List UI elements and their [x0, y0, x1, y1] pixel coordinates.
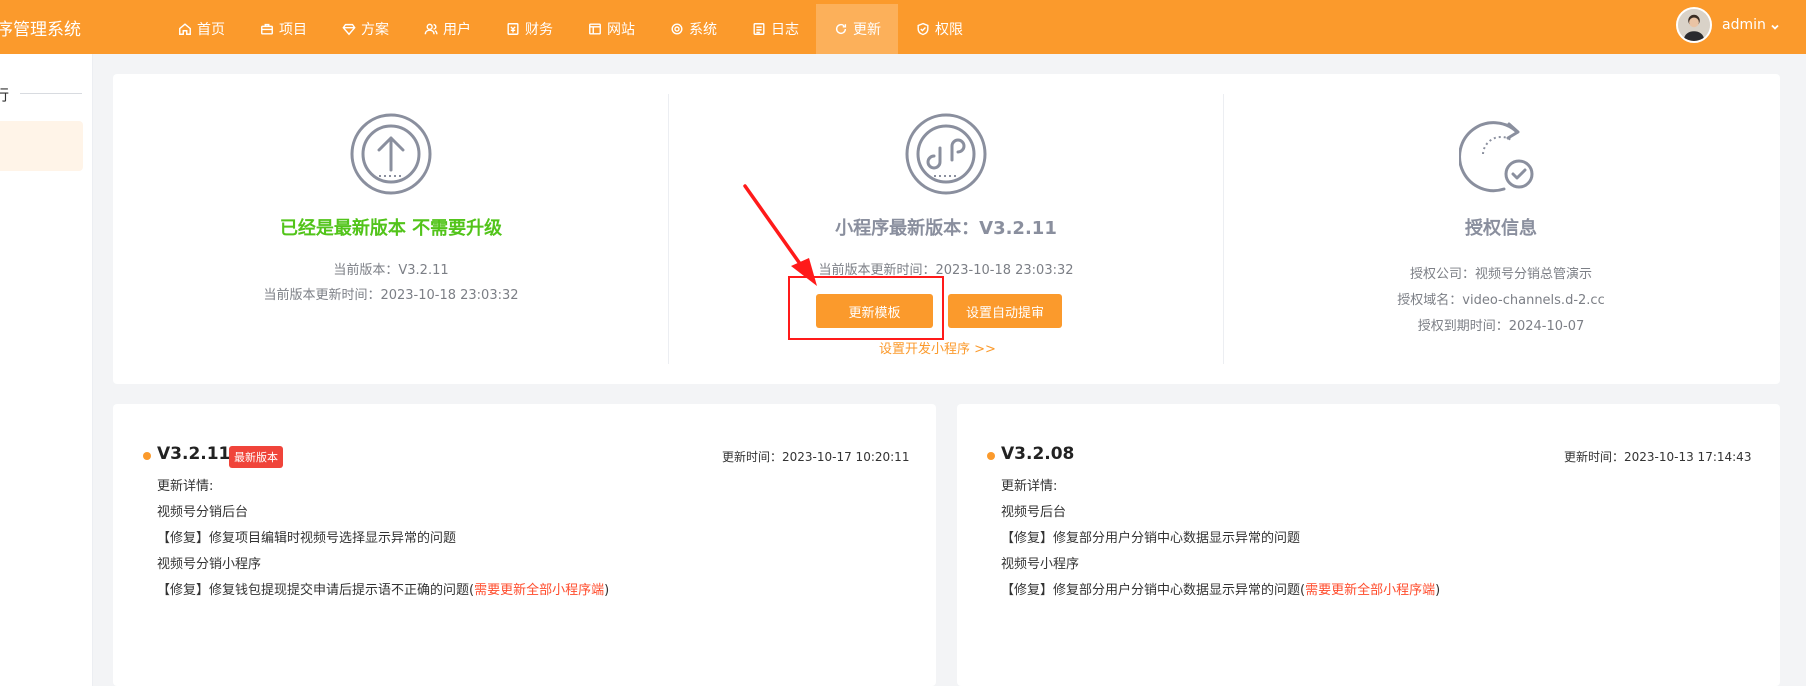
miniprogram-icon — [904, 112, 988, 196]
finance-icon — [506, 22, 520, 36]
release-details: 更新详情: 视频号后台 【修复】修复部分用户分销中心数据显示异常的问题 视频号小… — [1001, 474, 1440, 604]
home-icon — [178, 22, 192, 36]
release-version: V3.2.08 — [1001, 444, 1075, 464]
nav-item-project[interactable]: 项目 — [242, 4, 324, 54]
upgrade-status-title: 已经是最新版本 不需要升级 — [279, 218, 503, 239]
sidebar: 行 — [0, 54, 93, 686]
detail-line: 【修复】修复部分用户分销中心数据显示异常的问题 — [1001, 531, 1301, 546]
auto-review-button[interactable]: 设置自动提审 — [948, 294, 1062, 328]
main-nav: 首页 项目 方案 用户 财务 网站 系统 日志 更新 权限 — [160, 4, 980, 54]
nav-label: 更新 — [853, 22, 881, 38]
sidebar-divider — [20, 93, 82, 94]
column-divider — [668, 94, 669, 364]
nav-item-home[interactable]: 首页 — [160, 4, 242, 54]
nav-label: 用户 — [443, 22, 471, 38]
release-time: 更新时间：2023-10-17 10:20:11 — [722, 450, 910, 464]
nav-label: 方案 — [361, 22, 389, 38]
pointer-arrow — [743, 184, 817, 286]
release-card: V3.2.08 更新时间：2023-10-13 17:14:43 更新详情: 视… — [957, 404, 1780, 686]
shield-icon — [916, 22, 930, 36]
detail-line: 更新详情: — [1001, 479, 1058, 494]
sidebar-item-active[interactable] — [0, 121, 83, 171]
release-card: V3.2.11 最新版本 更新时间：2023-10-17 10:20:11 更新… — [113, 404, 936, 686]
release-details: 更新详情: 视频号分销后台 【修复】修复项目编辑时视频号选择显示异常的问题 视频… — [157, 474, 609, 604]
nav-label: 项目 — [279, 22, 307, 38]
release-version: V3.2.11 — [157, 444, 231, 464]
update-note: 需要更新全部小程序端 — [474, 583, 605, 598]
sidebar-title: 行 — [0, 86, 10, 104]
top-navbar: 序管理系统 首页 项目 方案 用户 财务 网站 系统 日志 更新 权限 admi… — [0, 0, 1806, 54]
nav-label: 网站 — [607, 22, 635, 38]
detail-line: 视频号分销小程序 — [157, 557, 262, 572]
release-dot — [987, 452, 995, 460]
detail-line: 【修复】修复钱包提现提交申请后提示语不正确的问题(需要更新全部小程序端) — [157, 583, 610, 598]
username: admin — [1722, 17, 1766, 33]
license-panel: 授权信息 授权公司：视频号分销总管演示 授权域名：video-channels.… — [1241, 74, 1761, 384]
nav-item-plan[interactable]: 方案 — [324, 4, 406, 54]
update-note: 需要更新全部小程序端 — [1305, 583, 1436, 598]
gear-icon — [670, 22, 684, 36]
license-expire: 授权到期时间：2024-10-07 — [1417, 319, 1585, 334]
nav-item-permission[interactable]: 权限 — [898, 4, 980, 54]
license-title: 授权信息 — [1465, 218, 1537, 239]
column-divider — [1223, 94, 1224, 364]
nav-item-system[interactable]: 系统 — [652, 4, 734, 54]
chevron-down-icon — [1770, 20, 1780, 30]
release-dot — [143, 452, 151, 460]
log-icon — [752, 22, 766, 36]
license-domain: 授权域名：video-channels.d-2.cc — [1397, 293, 1605, 308]
nav-item-website[interactable]: 网站 — [570, 4, 652, 54]
license-refresh-check-icon — [1458, 114, 1543, 198]
current-update-time: 当前版本更新时间：2023-10-18 23:03:32 — [263, 288, 519, 303]
users-icon — [424, 22, 438, 36]
nav-item-log[interactable]: 日志 — [734, 4, 816, 54]
briefcase-icon — [260, 22, 274, 36]
brand-title: 序管理系统 — [0, 20, 81, 40]
avatar — [1676, 7, 1712, 43]
nav-label: 日志 — [771, 22, 799, 38]
upgrade-arrow-icon — [349, 112, 433, 196]
license-company: 授权公司：视频号分销总管演示 — [1409, 267, 1592, 282]
user-menu[interactable]: admin — [1676, 7, 1780, 43]
detail-line: 视频号分销后台 — [157, 505, 249, 520]
release-time: 更新时间：2023-10-13 17:14:43 — [1564, 450, 1752, 464]
latest-badge: 最新版本 — [229, 446, 283, 468]
detail-line: 更新详情: — [157, 479, 214, 494]
version-status-card: 已经是最新版本 不需要升级 当前版本：V3.2.11 当前版本更新时间：2023… — [113, 74, 1780, 384]
nav-label: 首页 — [197, 22, 225, 38]
current-version: 当前版本：V3.2.11 — [333, 263, 449, 278]
nav-label: 财务 — [525, 22, 553, 38]
diamond-icon — [342, 22, 356, 36]
detail-line: 视频号后台 — [1001, 505, 1067, 520]
detail-line: 视频号小程序 — [1001, 557, 1080, 572]
nav-item-finance[interactable]: 财务 — [488, 4, 570, 54]
upgrade-status-panel: 已经是最新版本 不需要升级 当前版本：V3.2.11 当前版本更新时间：2023… — [131, 74, 651, 384]
refresh-icon — [834, 22, 848, 36]
nav-label: 系统 — [689, 22, 717, 38]
dev-miniprogram-link[interactable]: 设置开发小程序 >> — [879, 338, 996, 357]
window-icon — [588, 22, 602, 36]
detail-line: 【修复】修复部分用户分销中心数据显示异常的问题(需要更新全部小程序端) — [1001, 583, 1441, 598]
nav-item-user[interactable]: 用户 — [406, 4, 488, 54]
detail-line: 【修复】修复项目编辑时视频号选择显示异常的问题 — [157, 531, 457, 546]
nav-item-update[interactable]: 更新 — [816, 4, 898, 54]
nav-label: 权限 — [935, 22, 963, 38]
